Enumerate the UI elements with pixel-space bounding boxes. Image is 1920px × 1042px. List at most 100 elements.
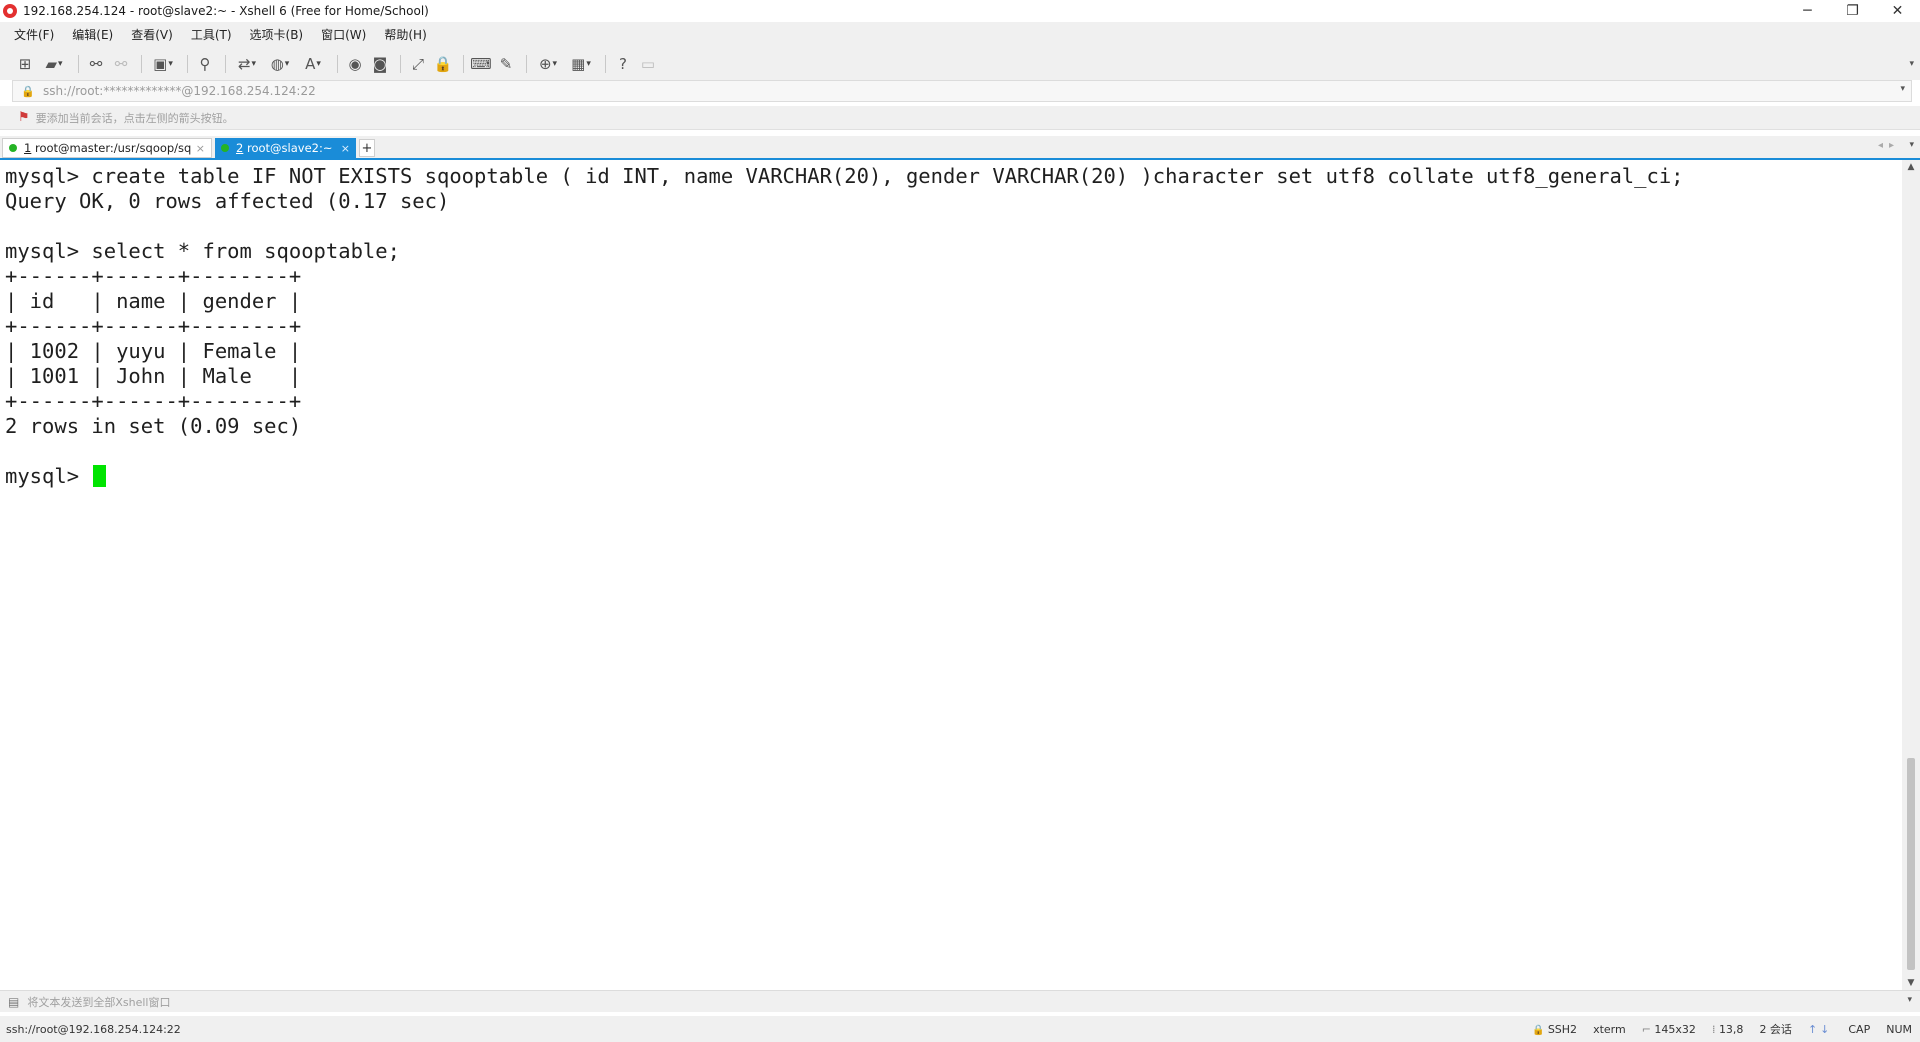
help-icon[interactable]: ? bbox=[612, 53, 634, 75]
toolbar-separator bbox=[463, 54, 464, 73]
toolbar-separator bbox=[187, 54, 188, 73]
address-value: ssh://root:*************@192.168.254.124… bbox=[43, 84, 316, 98]
status-protocol: 🔒 SSH2 bbox=[1532, 1022, 1578, 1036]
new-session-icon[interactable]: ⊞ bbox=[14, 53, 36, 75]
font-icon[interactable]: A bbox=[298, 53, 328, 75]
status-fields: 🔒 SSH2 xterm ⌐ 145x32 ⁞ 13,8 2 会话 ↑↓ CAP … bbox=[1532, 1021, 1920, 1037]
toolbar-separator bbox=[526, 54, 527, 73]
secure-lock-icon: 🔒 bbox=[1532, 1024, 1545, 1036]
lock-icon[interactable]: 🔒 bbox=[432, 53, 454, 75]
terminal-line: mysql> select * from sqooptable; bbox=[5, 239, 400, 263]
status-sessions: 2 会话 bbox=[1759, 1023, 1792, 1036]
cursor-pos-icon: ⁞ bbox=[1711, 1022, 1719, 1036]
terminal-line: | id | name | gender | bbox=[5, 289, 302, 313]
transfer-icon[interactable]: ⇄ bbox=[232, 53, 262, 75]
window-title: 192.168.254.124 - root@slave2:~ - Xshell… bbox=[23, 4, 429, 18]
compose-bar[interactable]: ▤ 将文本发送到全部Xshell窗口 ▾ bbox=[0, 990, 1920, 1012]
status-caps: CAP bbox=[1848, 1022, 1871, 1036]
terminal-line: | 1001 | John | Male | bbox=[5, 364, 302, 388]
scrollbar-thumb[interactable] bbox=[1907, 758, 1915, 970]
open-folder-icon[interactable]: ▰ bbox=[39, 53, 69, 75]
status-size: ⌐ 145x32 bbox=[1641, 1022, 1696, 1036]
tab-label: 1 root@master:/usr/sqoop/sq... bbox=[24, 141, 192, 155]
terminal-line: +------+------+--------+ bbox=[5, 264, 302, 288]
add-tab-button[interactable]: + bbox=[359, 139, 375, 157]
connected-status-icon bbox=[9, 144, 17, 152]
window-controls: ─ ❐ ✕ bbox=[1785, 0, 1920, 22]
status-terminal-type: xterm bbox=[1593, 1022, 1626, 1036]
status-bar: ssh://root@192.168.254.124:22 🔒 SSH2 xter… bbox=[0, 1016, 1920, 1042]
connected-status-icon bbox=[221, 144, 229, 152]
new-tab-icon[interactable]: ⊕ bbox=[533, 53, 563, 75]
chat-icon[interactable]: ▭ bbox=[637, 53, 659, 75]
compose-icon[interactable]: ▤ bbox=[8, 995, 19, 1009]
menu-view[interactable]: 查看(V) bbox=[131, 26, 173, 43]
size-icon: ⌐ bbox=[1641, 1022, 1655, 1036]
disconnect-icon[interactable]: ⚯ bbox=[110, 53, 132, 75]
toolbar-separator bbox=[141, 54, 142, 73]
compose-placeholder: 将文本发送到全部Xshell窗口 bbox=[27, 995, 171, 1009]
terminal-view[interactable]: mysql> create table IF NOT EXISTS sqoopt… bbox=[0, 160, 1902, 990]
tab-scroll-arrows-icon[interactable]: ◂▸ bbox=[1878, 140, 1900, 151]
terminal-line: +------+------+--------+ bbox=[5, 389, 302, 413]
tab-list-dropdown-icon[interactable]: ▾ bbox=[1909, 140, 1914, 150]
tab-master[interactable]: 1 root@master:/usr/sqoop/sq... × bbox=[2, 138, 212, 158]
bookmark-icon[interactable]: ⚑ bbox=[18, 110, 30, 125]
toolbar-separator bbox=[225, 54, 226, 73]
terminal-scrollbar[interactable]: ▲ ▼ bbox=[1902, 160, 1920, 990]
globe-icon[interactable]: ◍ bbox=[265, 53, 295, 75]
fullscreen-icon[interactable]: ⤢ bbox=[407, 53, 429, 75]
title-bar: 192.168.254.124 - root@slave2:~ - Xshell… bbox=[0, 0, 1920, 22]
restore-button[interactable]: ❐ bbox=[1830, 0, 1875, 22]
terminal-line: mysql> create table IF NOT EXISTS sqoopt… bbox=[5, 164, 1684, 188]
menu-help[interactable]: 帮助(H) bbox=[384, 26, 426, 43]
tab-bar: 1 root@master:/usr/sqoop/sq... × 2 root@… bbox=[0, 136, 1920, 160]
terminal-line: Query OK, 0 rows affected (0.17 sec) bbox=[5, 189, 450, 213]
menu-edit[interactable]: 编辑(E) bbox=[72, 26, 113, 43]
menu-bar: 文件(F) 编辑(E) 查看(V) 工具(T) 选项卡(B) 窗口(W) 帮助(… bbox=[0, 22, 1920, 47]
close-button[interactable]: ✕ bbox=[1875, 0, 1920, 22]
minimize-button[interactable]: ─ bbox=[1785, 0, 1830, 22]
terminal-output: mysql> create table IF NOT EXISTS sqoopt… bbox=[0, 160, 1902, 489]
layout-icon[interactable]: ▦ bbox=[566, 53, 596, 75]
keyboard-icon[interactable]: ⌨ bbox=[470, 53, 492, 75]
toolbar-separator bbox=[400, 54, 401, 73]
menu-tabs[interactable]: 选项卡(B) bbox=[250, 26, 304, 43]
transfer-arrows-icon: ↑↓ bbox=[1807, 1022, 1833, 1036]
status-connection: ssh://root@192.168.254.124:22 bbox=[6, 1022, 181, 1036]
terminal-prompt: mysql> bbox=[5, 464, 92, 488]
tab-close-icon[interactable]: × bbox=[196, 142, 205, 155]
padlock-icon: 🔒 bbox=[21, 84, 35, 98]
toolbar-overflow-icon[interactable]: ▾ bbox=[1909, 59, 1914, 69]
script-icon[interactable]: ✎ bbox=[495, 53, 517, 75]
menu-tools[interactable]: 工具(T) bbox=[191, 26, 232, 43]
properties-icon[interactable]: ▣ bbox=[148, 53, 178, 75]
terminal-line: +------+------+--------+ bbox=[5, 314, 302, 338]
address-bar[interactable]: 🔒 ssh://root:*************@192.168.254.1… bbox=[12, 80, 1912, 102]
toolbar-separator bbox=[78, 54, 79, 73]
tab-close-icon[interactable]: × bbox=[341, 142, 350, 155]
toolbar-separator bbox=[605, 54, 606, 73]
scroll-up-icon[interactable]: ▲ bbox=[1902, 162, 1920, 172]
address-dropdown-icon[interactable]: ▾ bbox=[1900, 84, 1905, 94]
toolbar: ⊞ ▰ ⚯ ⚯ ▣ ⚲ ⇄ ◍ A ◉ ◙ ⤢ 🔒 ⌨ ✎ ⊕ ▦ ? ▭ ▾ bbox=[0, 47, 1920, 80]
compose-dropdown-icon[interactable]: ▾ bbox=[1907, 995, 1912, 1005]
status-num: NUM bbox=[1886, 1022, 1912, 1036]
terminal-cursor bbox=[93, 465, 107, 487]
xftp-icon[interactable]: ◉ bbox=[344, 53, 366, 75]
terminal-line: | 1002 | yuyu | Female | bbox=[5, 339, 302, 363]
search-icon[interactable]: ⚲ bbox=[194, 53, 216, 75]
session-hint-bar: ⚑ 要添加当前会话，点击左侧的箭头按钮。 bbox=[0, 106, 1920, 130]
menu-window[interactable]: 窗口(W) bbox=[321, 26, 366, 43]
session-hint-text: 要添加当前会话，点击左侧的箭头按钮。 bbox=[35, 111, 234, 125]
reconnect-icon[interactable]: ⚯ bbox=[85, 53, 107, 75]
scroll-down-icon[interactable]: ▼ bbox=[1902, 978, 1920, 988]
terminal-line: 2 rows in set (0.09 sec) bbox=[5, 414, 302, 438]
toolbar-separator bbox=[337, 54, 338, 73]
status-cursor: ⁞ 13,8 bbox=[1711, 1022, 1744, 1036]
menu-file[interactable]: 文件(F) bbox=[14, 26, 54, 43]
tab-slave2[interactable]: 2 root@slave2:~ × bbox=[215, 138, 356, 158]
xmanager-icon[interactable]: ◙ bbox=[369, 53, 391, 75]
xshell-logo-icon bbox=[3, 4, 17, 18]
tab-label: 2 root@slave2:~ bbox=[236, 141, 333, 155]
